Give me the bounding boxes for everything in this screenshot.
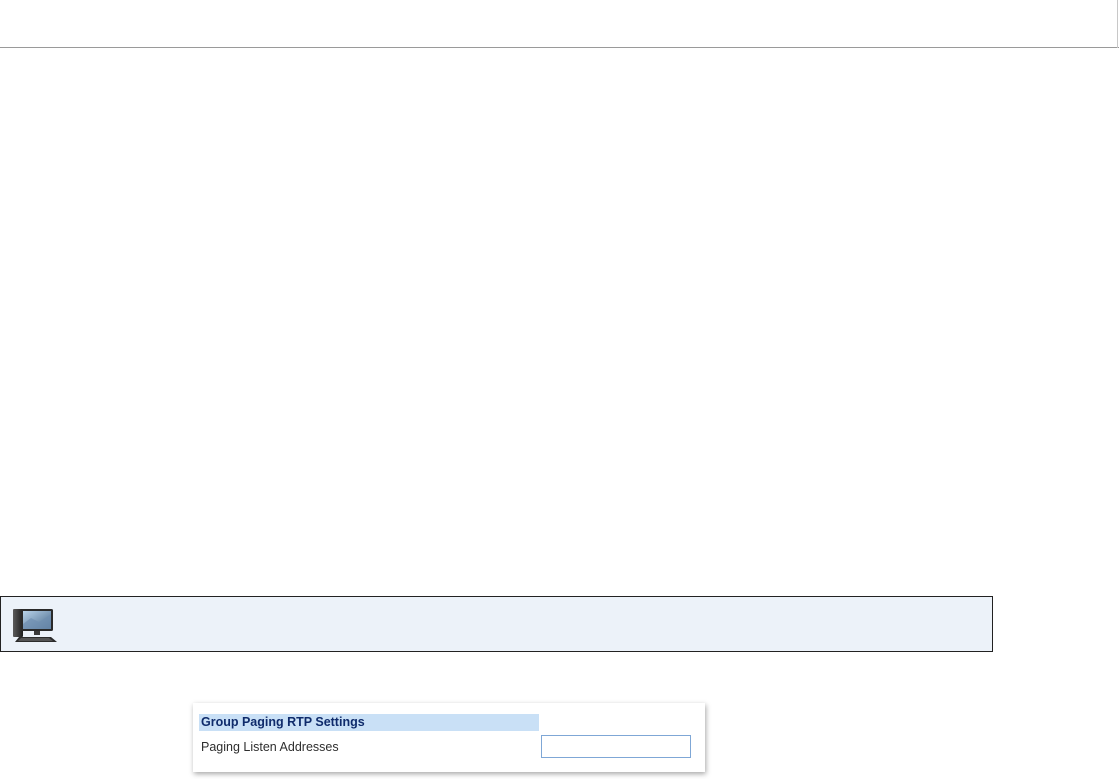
paging-listen-addresses-input[interactable] [541,735,691,758]
paging-listen-addresses-label: Paging Listen Addresses [201,740,339,754]
group-paging-rtp-settings-panel: Group Paging RTP Settings Paging Listen … [193,703,705,772]
right-divider [1117,0,1118,48]
computer-icon [9,605,61,645]
info-box [0,596,993,652]
section-title: Group Paging RTP Settings [199,714,539,731]
top-divider [0,47,1119,48]
